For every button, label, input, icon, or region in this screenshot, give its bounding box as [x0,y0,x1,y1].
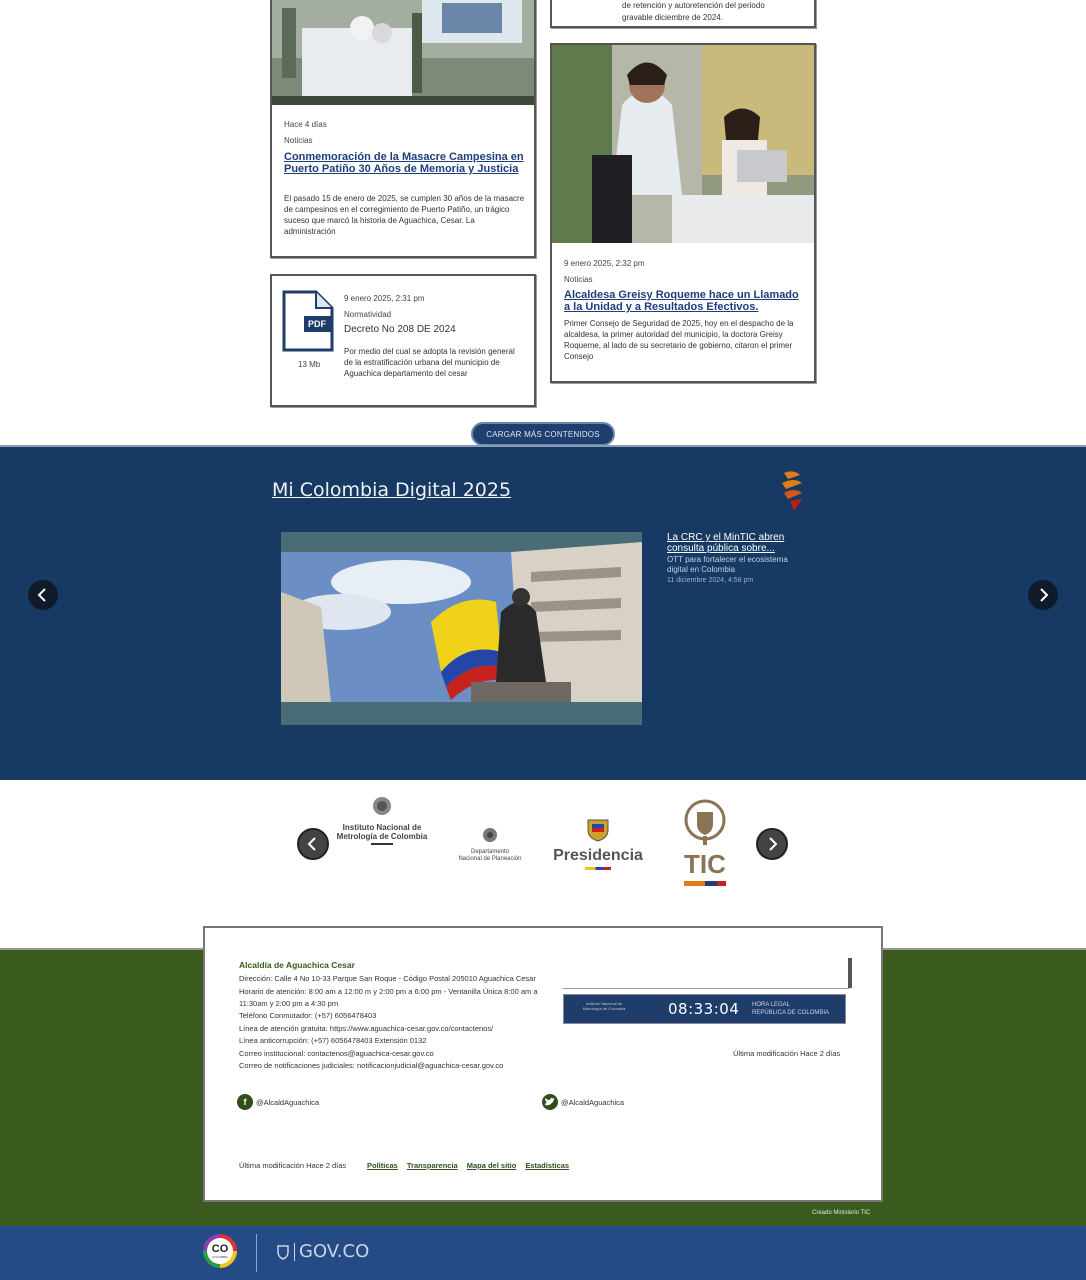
facebook-handle: @AlcaldAguachica [256,1097,320,1107]
logo-inm-line1: Instituto Nacional de [342,823,422,832]
gov-co-label: GOV.CO [299,1241,370,1262]
transparency-link[interactable]: Transparencia [407,1161,458,1170]
logos-next-button[interactable] [756,828,788,860]
news-category: Noticias [284,136,313,145]
document-title[interactable]: Decreto No 208 DE 2024 [344,324,456,335]
coat-of-arms-icon [373,797,391,815]
hours-line-cont: 11:30am y 2:00 pm a 4:30 pm [239,999,339,1008]
section-title-link[interactable]: Mi Colombia Digital 2025 [272,479,511,501]
clock-frame-top [563,988,849,989]
address-line: Dirección: Calle 4 No 10-33 Parque San R… [239,974,536,983]
chevron-left-icon [37,588,46,602]
featured-item-description: OTT para fortalecer el ecosistema digita… [667,555,788,574]
chevron-right-icon [1040,588,1049,602]
clock-label-line2: REPÚBLICA DE COLOMBIA [752,1010,830,1016]
chevron-right-icon [769,837,778,851]
anticorruption-line: Línea anticorrupción: (+57) 6056478403 E… [239,1036,427,1045]
featured-image[interactable] [281,532,642,725]
featured-item-title-link[interactable]: La CRC y el MinTIC abren consulta públic… [667,532,807,554]
news-card-decreto[interactable]: PDF 13 Mb 9 enero 2025, 2:31 pm Normativ… [270,274,536,407]
divider [256,1234,257,1272]
file-size: 13 Mb [298,360,321,369]
news-description: gravable diciembre de 2024. [622,13,723,22]
co-label: CO [211,1242,229,1255]
clock-time: 08:33:04 [668,1000,740,1018]
logo-dnp-line1: Departamento [470,849,510,855]
clock-institute-line2: Metrología de Colombia [582,1006,626,1011]
news-title-link[interactable]: Conmemoración de la Masacre Campesina en… [284,151,524,175]
facebook-link[interactable]: f @AlcaldAguachica [237,1094,319,1110]
logo-tic[interactable]: TIC [676,798,734,890]
carousel-next-button[interactable] [1028,580,1058,610]
hours-line: Horario de atención: 8:00 am a 12:00 m y… [239,987,538,996]
facebook-icon: f [237,1094,253,1110]
news-card-image [552,45,814,243]
carousel-prev-button[interactable] [28,580,58,610]
last-modified-bottom: Última modificación Hace 2 días [239,1161,347,1170]
free-line-link[interactable]: Línea de atención gratuita: https://www.… [239,1023,569,1036]
coat-of-arms-icon [684,799,726,845]
org-name: Alcaldía de Aguachica Cesar [239,960,355,970]
phone-line: Teléfono Conmutador: (+57) 6056478403 [239,1011,377,1020]
logo-inm[interactable]: Instituto Nacional de Metrología de Colo… [330,794,434,850]
logos-prev-button[interactable] [297,828,329,860]
coat-of-arms-icon [483,828,497,842]
news-description: de retención y autoretención del periodo [622,1,765,10]
clock-label-line1: HORA LEGAL [752,1002,791,1008]
logo-dnp[interactable]: Departamento Nacional de Planeación [452,826,528,862]
news-card-image [272,0,534,105]
partner-logos-carousel: Instituto Nacional de Metrología de Colo… [0,780,1086,930]
judicial-email-line[interactable]: Correo de notificaciones judiciales: not… [239,1060,569,1073]
mi-colombia-digital-logo [780,469,804,513]
statistics-link[interactable]: Estadísticas [525,1161,569,1170]
document-description: Por medio del cual se adopta la revisión… [344,347,515,378]
logo-presidencia[interactable]: Presidencia [552,816,644,872]
twitter-icon [542,1094,558,1110]
news-category: Normatividad [344,310,392,319]
footer-card: Alcaldía de Aguachica Cesar Dirección: C… [203,926,883,1202]
footer-links: Políticas Transparencia Mapa del sitio E… [367,1161,569,1170]
logo-inm-line2: Metrología de Colombia [336,832,428,841]
co-colombia-logo[interactable]: CO COLOMBIA [203,1234,237,1268]
email-line[interactable]: Correo institucional: contactenos@aguach… [239,1048,569,1061]
news-time: Hace 4 días [284,120,327,129]
scrollbar[interactable] [848,958,852,988]
policies-link[interactable]: Políticas [367,1161,398,1170]
logo-dnp-line2: Nacional de Planeación [458,856,522,862]
news-category: Noticias [564,275,593,284]
sitemap-link[interactable]: Mapa del sitio [467,1161,517,1170]
twitter-handle: @AlcaldAguachica [561,1097,625,1107]
pdf-file-icon[interactable]: PDF [282,290,334,352]
logo-presidencia-text: Presidencia [553,847,643,864]
news-title-link[interactable]: Alcaldesa Greisy Roqueme hace un Llamado… [564,289,804,313]
gov-co-logo[interactable]: GOV.CO [276,1241,369,1262]
legal-time-clock: Instituto Nacional de Metrología de Colo… [563,994,846,1024]
news-time: 9 enero 2025, 2:32 pm [564,259,645,268]
coat-of-arms-icon [587,819,609,842]
news-description: El pasado 15 de enero de 2025, se cumple… [284,194,525,236]
news-card-masacre[interactable]: Hace 4 días Noticias Conmemoración de la… [270,0,536,258]
featured-item-date: 11 diciembre 2024, 4:58 pm [667,577,754,584]
logo-tic-text: TIC [684,849,726,879]
news-card-top-right[interactable]: de retención y autoretención del periodo… [550,0,816,28]
inm-mini-logo: Instituto Nacional de Metrología de Colo… [574,1001,634,1011]
co-sub-label: COLOMBIA [212,1254,228,1259]
mi-colombia-digital-section: Mi Colombia Digital 2025 La CRC y el Min… [0,445,1086,780]
gov-co-bar: CO COLOMBIA GOV.CO [0,1226,1086,1280]
last-modified-right: Última modificación Hace 2 días [733,1049,841,1058]
news-card-alcaldesa[interactable]: 9 enero 2025, 2:32 pm Noticias Alcaldesa… [550,43,816,383]
news-time: 9 enero 2025, 2:31 pm [344,294,425,303]
pdf-label: PDF [308,319,326,329]
credit-text[interactable]: Creado Ministerio TIC [812,1210,870,1216]
news-description: Primer Consejo de Seguridad de 2025, hoy… [564,319,794,361]
coat-of-arms-icon [277,1244,289,1260]
chevron-left-icon [307,837,316,851]
twitter-link[interactable]: @AlcaldAguachica [542,1094,624,1110]
load-more-button[interactable]: CARGAR MÁS CONTENIDOS [471,422,615,446]
